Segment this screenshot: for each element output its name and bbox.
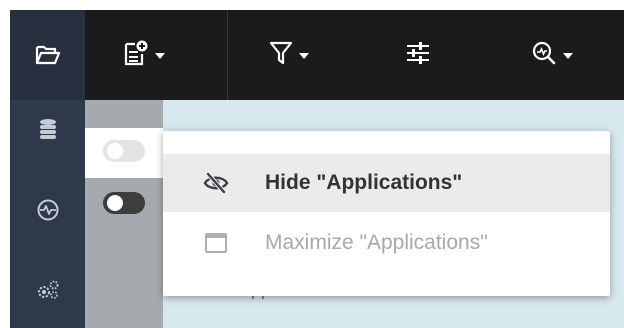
toggle-knob bbox=[107, 143, 123, 159]
chevron-down-icon bbox=[155, 53, 165, 59]
visibility-toggle-off[interactable] bbox=[103, 140, 145, 162]
eye-slash-icon bbox=[203, 170, 229, 196]
window-maximize-icon bbox=[203, 230, 229, 256]
toolbar-divider bbox=[227, 10, 228, 100]
menu-item-maximize-label: Maximize "Applications" bbox=[265, 231, 488, 254]
menu-item-hide[interactable]: Hide "Applications" bbox=[163, 154, 610, 212]
adjustments-button[interactable] bbox=[405, 35, 431, 75]
visibility-toggle-on[interactable] bbox=[103, 192, 145, 214]
menu-item-hide-label: Hide "Applications" bbox=[265, 171, 463, 194]
zoom-icon bbox=[531, 40, 557, 71]
top-toolbar bbox=[85, 10, 624, 100]
chevron-down-icon bbox=[563, 53, 573, 59]
folder-open-icon[interactable] bbox=[10, 33, 85, 77]
cogs-icon[interactable] bbox=[10, 268, 85, 312]
left-rail bbox=[10, 10, 85, 328]
add-document-button[interactable] bbox=[123, 35, 165, 75]
toggle-column bbox=[85, 100, 163, 328]
add-document-icon bbox=[123, 39, 149, 72]
menu-item-maximize[interactable]: Maximize "Applications" bbox=[163, 214, 610, 272]
database-icon[interactable] bbox=[10, 108, 85, 152]
toggle-knob bbox=[107, 195, 123, 211]
filter-icon bbox=[269, 40, 293, 71]
context-menu: Hide "Applications" Maximize "Applicatio… bbox=[163, 131, 610, 296]
zoom-button[interactable] bbox=[531, 35, 573, 75]
filter-button[interactable] bbox=[269, 35, 309, 75]
activity-icon[interactable] bbox=[10, 188, 85, 232]
chevron-down-icon bbox=[299, 53, 309, 59]
sliders-icon bbox=[405, 41, 431, 70]
